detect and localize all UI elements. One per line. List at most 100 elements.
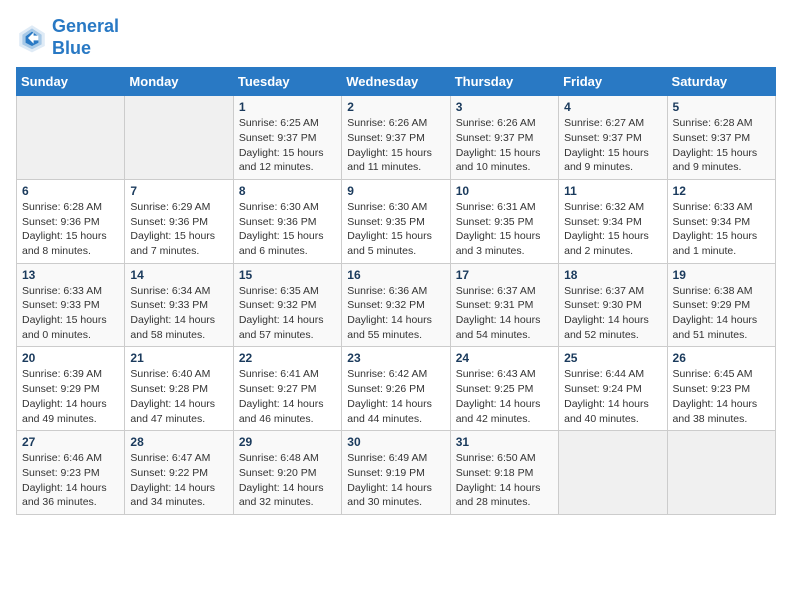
day-header-sunday: Sunday — [17, 68, 125, 96]
calendar-cell: 30 Sunrise: 6:49 AM Sunset: 9:19 PM Dayli… — [342, 431, 450, 515]
day-number: 30 — [347, 435, 444, 449]
calendar-cell: 23 Sunrise: 6:42 AM Sunset: 9:26 PM Dayli… — [342, 347, 450, 431]
day-info: Sunrise: 6:28 AM Sunset: 9:37 PM Dayligh… — [673, 116, 770, 175]
calendar-cell: 21Sunrise: 6:40 AM Sunset: 9:28 PM Dayli… — [125, 347, 233, 431]
day-header-monday: Monday — [125, 68, 233, 96]
day-info: Sunrise: 6:26 AM Sunset: 9:37 PM Dayligh… — [347, 116, 444, 175]
day-info: Sunrise: 6:37 AM Sunset: 9:30 PM Dayligh… — [564, 284, 661, 343]
day-number: 18 — [564, 268, 661, 282]
day-number: 5 — [673, 100, 770, 114]
day-info: Sunrise: 6:46 AM Sunset: 9:23 PM Dayligh… — [22, 451, 119, 510]
day-number: 21 — [130, 351, 227, 365]
day-header-friday: Friday — [559, 68, 667, 96]
day-header-wednesday: Wednesday — [342, 68, 450, 96]
calendar-cell: 22 Sunrise: 6:41 AM Sunset: 9:27 PM Dayli… — [233, 347, 341, 431]
calendar-table: SundayMondayTuesdayWednesdayThursdayFrid… — [16, 67, 776, 515]
day-info: Sunrise: 6:25 AM Sunset: 9:37 PM Dayligh… — [239, 116, 336, 175]
page-header: GeneralBlue — [16, 16, 776, 59]
calendar-cell: 1Sunrise: 6:25 AM Sunset: 9:37 PM Daylig… — [233, 96, 341, 180]
day-info: Sunrise: 6:28 AM Sunset: 9:36 PM Dayligh… — [22, 200, 119, 259]
calendar-cell — [125, 96, 233, 180]
day-info: Sunrise: 6:38 AM Sunset: 9:29 PM Dayligh… — [673, 284, 770, 343]
day-info: Sunrise: 6:29 AM Sunset: 9:36 PM Dayligh… — [130, 200, 227, 259]
day-number: 6 — [22, 184, 119, 198]
day-number: 29 — [239, 435, 336, 449]
day-number: 7 — [130, 184, 227, 198]
day-info: Sunrise: 6:35 AM Sunset: 9:32 PM Dayligh… — [239, 284, 336, 343]
calendar-cell: 31Sunrise: 6:50 AM Sunset: 9:18 PM Dayli… — [450, 431, 558, 515]
day-info: Sunrise: 6:41 AM Sunset: 9:27 PM Dayligh… — [239, 367, 336, 426]
calendar-cell: 26 Sunrise: 6:45 AM Sunset: 9:23 PM Dayli… — [667, 347, 775, 431]
calendar-cell: 29 Sunrise: 6:48 AM Sunset: 9:20 PM Dayli… — [233, 431, 341, 515]
day-number: 16 — [347, 268, 444, 282]
day-number: 9 — [347, 184, 444, 198]
calendar-cell: 3 Sunrise: 6:26 AM Sunset: 9:37 PM Daylig… — [450, 96, 558, 180]
logo-icon — [16, 22, 48, 54]
calendar-cell: 7 Sunrise: 6:29 AM Sunset: 9:36 PM Daylig… — [125, 179, 233, 263]
calendar-cell: 4Sunrise: 6:27 AM Sunset: 9:37 PM Daylig… — [559, 96, 667, 180]
day-number: 19 — [673, 268, 770, 282]
day-info: Sunrise: 6:37 AM Sunset: 9:31 PM Dayligh… — [456, 284, 553, 343]
calendar-week-2: 6 Sunrise: 6:28 AM Sunset: 9:36 PM Daylig… — [17, 179, 776, 263]
day-number: 4 — [564, 100, 661, 114]
day-number: 8 — [239, 184, 336, 198]
calendar-cell: 18 Sunrise: 6:37 AM Sunset: 9:30 PM Dayli… — [559, 263, 667, 347]
day-number: 23 — [347, 351, 444, 365]
calendar-cell: 10 Sunrise: 6:31 AM Sunset: 9:35 PM Dayli… — [450, 179, 558, 263]
day-info: Sunrise: 6:45 AM Sunset: 9:23 PM Dayligh… — [673, 367, 770, 426]
day-number: 25 — [564, 351, 661, 365]
calendar-cell: 8 Sunrise: 6:30 AM Sunset: 9:36 PM Daylig… — [233, 179, 341, 263]
calendar-cell — [559, 431, 667, 515]
calendar-cell: 6 Sunrise: 6:28 AM Sunset: 9:36 PM Daylig… — [17, 179, 125, 263]
day-info: Sunrise: 6:49 AM Sunset: 9:19 PM Dayligh… — [347, 451, 444, 510]
calendar-week-3: 13 Sunrise: 6:33 AM Sunset: 9:33 PM Dayli… — [17, 263, 776, 347]
calendar-week-1: 1Sunrise: 6:25 AM Sunset: 9:37 PM Daylig… — [17, 96, 776, 180]
calendar-cell: 5 Sunrise: 6:28 AM Sunset: 9:37 PM Daylig… — [667, 96, 775, 180]
calendar-cell: 11 Sunrise: 6:32 AM Sunset: 9:34 PM Dayli… — [559, 179, 667, 263]
calendar-cell: 19 Sunrise: 6:38 AM Sunset: 9:29 PM Dayli… — [667, 263, 775, 347]
calendar-week-4: 20 Sunrise: 6:39 AM Sunset: 9:29 PM Dayli… — [17, 347, 776, 431]
day-number: 22 — [239, 351, 336, 365]
day-info: Sunrise: 6:33 AM Sunset: 9:33 PM Dayligh… — [22, 284, 119, 343]
calendar-cell: 13 Sunrise: 6:33 AM Sunset: 9:33 PM Dayli… — [17, 263, 125, 347]
day-number: 20 — [22, 351, 119, 365]
day-number: 15 — [239, 268, 336, 282]
day-number: 14 — [130, 268, 227, 282]
day-number: 2 — [347, 100, 444, 114]
day-header-thursday: Thursday — [450, 68, 558, 96]
day-number: 27 — [22, 435, 119, 449]
calendar-cell: 15 Sunrise: 6:35 AM Sunset: 9:32 PM Dayli… — [233, 263, 341, 347]
day-info: Sunrise: 6:33 AM Sunset: 9:34 PM Dayligh… — [673, 200, 770, 259]
calendar-cell: 27 Sunrise: 6:46 AM Sunset: 9:23 PM Dayli… — [17, 431, 125, 515]
day-number: 11 — [564, 184, 661, 198]
calendar-cell: 17 Sunrise: 6:37 AM Sunset: 9:31 PM Dayli… — [450, 263, 558, 347]
day-info: Sunrise: 6:48 AM Sunset: 9:20 PM Dayligh… — [239, 451, 336, 510]
day-info: Sunrise: 6:31 AM Sunset: 9:35 PM Dayligh… — [456, 200, 553, 259]
day-number: 17 — [456, 268, 553, 282]
day-number: 28 — [130, 435, 227, 449]
day-info: Sunrise: 6:32 AM Sunset: 9:34 PM Dayligh… — [564, 200, 661, 259]
calendar-cell — [17, 96, 125, 180]
logo: GeneralBlue — [16, 16, 119, 59]
day-number: 13 — [22, 268, 119, 282]
day-info: Sunrise: 6:47 AM Sunset: 9:22 PM Dayligh… — [130, 451, 227, 510]
day-info: Sunrise: 6:42 AM Sunset: 9:26 PM Dayligh… — [347, 367, 444, 426]
day-info: Sunrise: 6:34 AM Sunset: 9:33 PM Dayligh… — [130, 284, 227, 343]
calendar-cell: 16 Sunrise: 6:36 AM Sunset: 9:32 PM Dayli… — [342, 263, 450, 347]
day-info: Sunrise: 6:26 AM Sunset: 9:37 PM Dayligh… — [456, 116, 553, 175]
calendar-cell: 24Sunrise: 6:43 AM Sunset: 9:25 PM Dayli… — [450, 347, 558, 431]
day-header-saturday: Saturday — [667, 68, 775, 96]
calendar-cell: 2 Sunrise: 6:26 AM Sunset: 9:37 PM Daylig… — [342, 96, 450, 180]
day-header-tuesday: Tuesday — [233, 68, 341, 96]
calendar-week-5: 27 Sunrise: 6:46 AM Sunset: 9:23 PM Dayli… — [17, 431, 776, 515]
calendar-cell — [667, 431, 775, 515]
day-number: 26 — [673, 351, 770, 365]
day-info: Sunrise: 6:30 AM Sunset: 9:36 PM Dayligh… — [239, 200, 336, 259]
day-info: Sunrise: 6:30 AM Sunset: 9:35 PM Dayligh… — [347, 200, 444, 259]
day-info: Sunrise: 6:39 AM Sunset: 9:29 PM Dayligh… — [22, 367, 119, 426]
calendar-cell: 12Sunrise: 6:33 AM Sunset: 9:34 PM Dayli… — [667, 179, 775, 263]
day-number: 3 — [456, 100, 553, 114]
calendar-cell: 25Sunrise: 6:44 AM Sunset: 9:24 PM Dayli… — [559, 347, 667, 431]
day-info: Sunrise: 6:36 AM Sunset: 9:32 PM Dayligh… — [347, 284, 444, 343]
day-number: 10 — [456, 184, 553, 198]
